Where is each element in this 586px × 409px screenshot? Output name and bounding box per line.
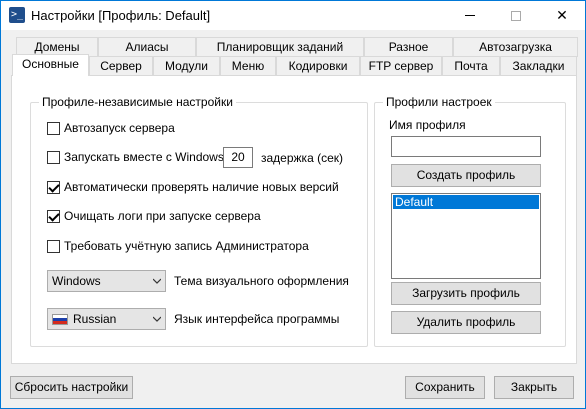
start-with-windows-label: Запускать вместе с Windows bbox=[64, 150, 224, 164]
minimize-button[interactable] bbox=[447, 1, 493, 30]
window-title: Настройки [Профиль: Default] bbox=[31, 8, 211, 23]
tab-server[interactable]: Сервер bbox=[89, 56, 153, 76]
tab-autostart[interactable]: Автозагрузка bbox=[453, 37, 578, 57]
tab-aliases[interactable]: Алиасы bbox=[98, 37, 196, 57]
delete-profile-button[interactable]: Удалить профиль bbox=[391, 311, 541, 334]
tab-ftp-server[interactable]: FTP сервер bbox=[360, 56, 442, 76]
independent-settings-title: Профиле-независимые настройки bbox=[39, 95, 236, 109]
profiles-listbox[interactable]: Default bbox=[391, 193, 541, 279]
chevron-down-icon bbox=[153, 278, 161, 284]
check-updates-checkbox[interactable] bbox=[47, 180, 60, 194]
tab-encodings[interactable]: Кодировки bbox=[276, 56, 360, 76]
clear-logs-option[interactable]: Очищать логи при запуске сервера bbox=[47, 209, 261, 223]
language-select[interactable]: Russian bbox=[47, 308, 166, 330]
autostart-server-label: Автозапуск сервера bbox=[64, 121, 175, 135]
tab-misc[interactable]: Разное bbox=[364, 37, 453, 57]
delay-seconds-input[interactable]: 20 bbox=[223, 147, 253, 168]
general-tab-panel: Профиле-независимые настройки Автозапуск… bbox=[11, 75, 577, 364]
require-admin-label: Требовать учётную запись Администратора bbox=[64, 239, 309, 253]
language-label: Язык интерфейса программы bbox=[174, 312, 340, 326]
minimize-icon bbox=[465, 15, 475, 16]
close-button[interactable]: Закрыть bbox=[494, 376, 574, 399]
check-updates-label: Автоматически проверять наличие новых ве… bbox=[64, 180, 339, 194]
tab-mail[interactable]: Почта bbox=[442, 56, 500, 76]
delay-label: задержка (сек) bbox=[261, 151, 343, 165]
tab-bookmarks[interactable]: Закладки bbox=[500, 56, 577, 76]
clear-logs-label: Очищать логи при запуске сервера bbox=[64, 209, 261, 223]
settings-profiles-title: Профили настроек bbox=[383, 95, 495, 109]
settings-window: >_ Настройки [Профиль: Default] ✕ Домены… bbox=[0, 0, 586, 409]
load-profile-button[interactable]: Загрузить профиль bbox=[391, 282, 541, 305]
clear-logs-checkbox[interactable] bbox=[47, 209, 60, 223]
reset-settings-button[interactable]: Сбросить настройки bbox=[10, 376, 133, 399]
tab-general[interactable]: Основные bbox=[12, 54, 89, 76]
tab-modules[interactable]: Модули bbox=[153, 56, 220, 76]
start-with-windows-checkbox[interactable] bbox=[47, 150, 60, 164]
independent-settings-group: Профиле-независимые настройки Автозапуск… bbox=[30, 95, 368, 347]
language-select-value: Russian bbox=[73, 312, 117, 326]
settings-profiles-group: Профили настроек Имя профиля Создать про… bbox=[374, 95, 566, 347]
autostart-server-checkbox[interactable] bbox=[47, 121, 60, 135]
tab-scheduler[interactable]: Планировщик заданий bbox=[196, 37, 364, 57]
maximize-icon bbox=[511, 10, 521, 21]
title-bar[interactable]: >_ Настройки [Профиль: Default] ✕ bbox=[1, 1, 585, 30]
profile-list-item-default[interactable]: Default bbox=[393, 195, 539, 209]
close-icon: ✕ bbox=[556, 7, 568, 23]
maximize-button[interactable] bbox=[493, 1, 539, 30]
theme-select-value: Windows bbox=[52, 274, 101, 288]
profile-name-input[interactable] bbox=[391, 136, 541, 157]
require-admin-option[interactable]: Требовать учётную запись Администратора bbox=[47, 239, 309, 253]
theme-select[interactable]: Windows bbox=[47, 270, 166, 292]
save-button[interactable]: Сохранить bbox=[405, 376, 485, 399]
app-terminal-icon: >_ bbox=[9, 7, 25, 23]
profile-name-label: Имя профиля bbox=[389, 118, 466, 132]
russian-flag-icon bbox=[52, 313, 68, 325]
close-window-button[interactable]: ✕ bbox=[539, 1, 585, 30]
chevron-down-icon bbox=[153, 316, 161, 322]
tab-menu[interactable]: Меню bbox=[220, 56, 276, 76]
autostart-server-option[interactable]: Автозапуск сервера bbox=[47, 121, 175, 135]
require-admin-checkbox[interactable] bbox=[47, 239, 60, 253]
theme-label: Тема визуального оформления bbox=[174, 274, 349, 288]
create-profile-button[interactable]: Создать профиль bbox=[391, 164, 541, 187]
start-with-windows-option[interactable]: Запускать вместе с Windows bbox=[47, 150, 224, 164]
check-updates-option[interactable]: Автоматически проверять наличие новых ве… bbox=[47, 180, 339, 194]
